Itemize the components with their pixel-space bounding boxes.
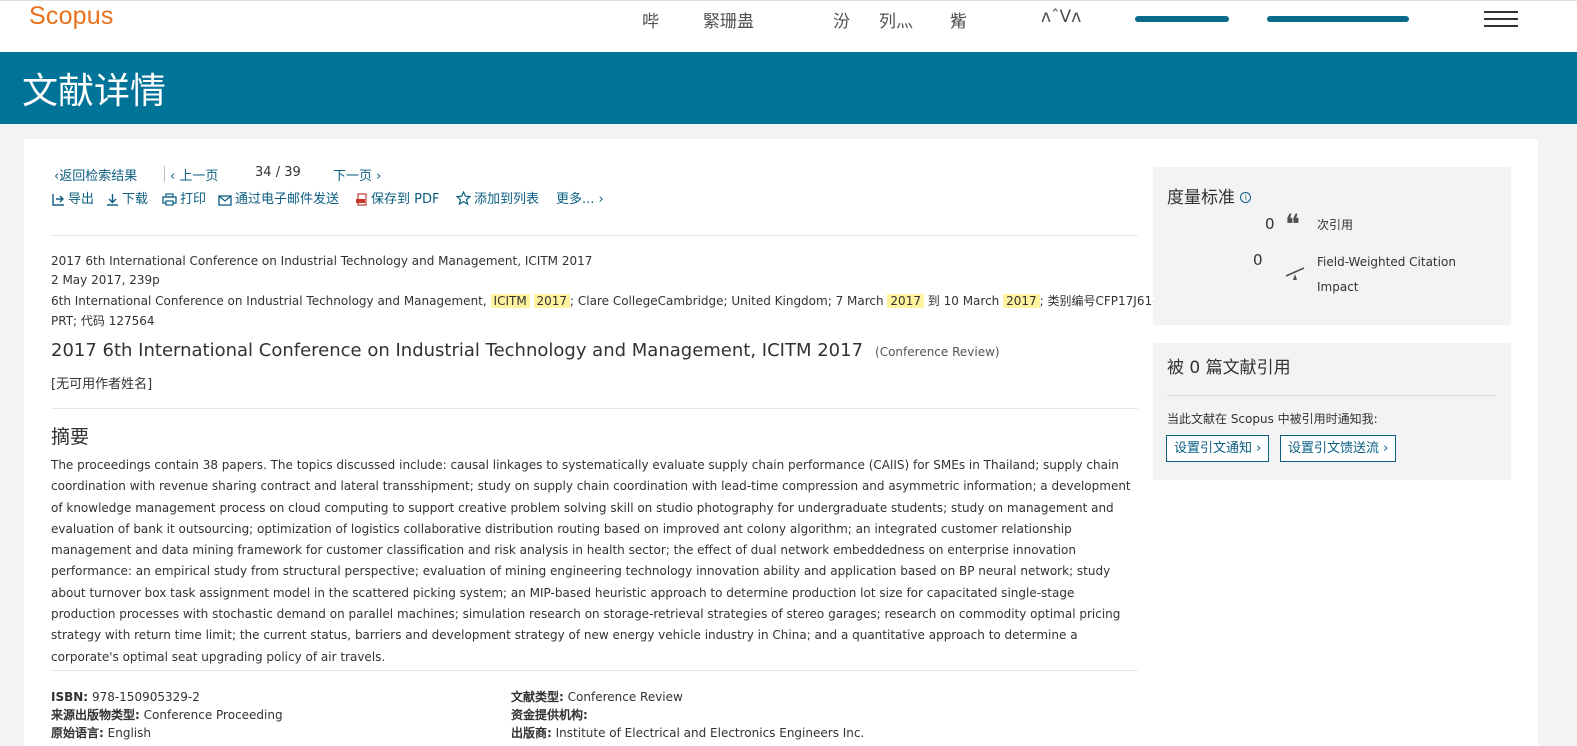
- top-bar: Scopus 哔 緊珊蛊 汾 列灬 觜 ᴧˆVʌ: [0, 0, 1577, 52]
- panel-divider: [1167, 395, 1496, 396]
- isbn-row: ISBN: 978-150905329-2: [51, 690, 200, 704]
- pdf-icon: [356, 193, 367, 206]
- export-icon: [52, 194, 64, 206]
- authors: [无可用作者姓名]: [51, 377, 153, 392]
- download-button[interactable]: 下载: [106, 188, 148, 207]
- top-nav-item[interactable]: 列灬: [879, 7, 913, 32]
- more-menu-button[interactable]: 更多... ›: [556, 188, 604, 207]
- previous-link[interactable]: ‹ 上一页: [170, 165, 218, 184]
- top-nav-item[interactable]: ᴧˆVʌ: [1041, 7, 1081, 27]
- email-icon: [218, 195, 232, 206]
- add-to-list-button[interactable]: 添加到列表: [455, 188, 539, 207]
- conference-code: PRT; 代码 127564: [51, 314, 155, 328]
- export-button[interactable]: 导出: [52, 188, 94, 207]
- metadata-left: ISBN: 978-150905329-2 来源出版物类型: Conferenc…: [51, 688, 283, 742]
- print-icon: [162, 193, 177, 206]
- section-divider: [51, 408, 1138, 409]
- section-divider: [51, 670, 1138, 671]
- abstract-heading: 摘要: [51, 426, 90, 448]
- scale-icon: [1285, 267, 1305, 280]
- star-icon: [455, 190, 472, 206]
- save-pdf-button[interactable]: 保存到 PDF: [356, 188, 439, 207]
- abstract-text: The proceedings contain 38 papers. The t…: [51, 458, 1131, 664]
- conference-info: 6th International Conference on Industri…: [51, 294, 1157, 308]
- search-highlight: ICITM: [490, 294, 530, 308]
- citation-label: 次引用: [1317, 218, 1354, 232]
- quote-icon: ❝: [1285, 208, 1301, 241]
- source-type-row: 来源出版物类型: Conference Proceeding: [51, 708, 283, 722]
- nav-divider: [164, 166, 165, 182]
- scopus-logo[interactable]: Scopus: [29, 2, 114, 31]
- top-nav-item[interactable]: 汾: [833, 7, 850, 32]
- top-nav-item[interactable]: 觜: [950, 7, 967, 32]
- search-highlight: 2017: [1003, 294, 1040, 308]
- metadata-right: 文献类型: Conference Review 资金提供机构: 出版商: Ins…: [511, 688, 864, 742]
- source-date: 2 May 2017, 239p: [51, 273, 160, 287]
- document-title: 2017 6th International Conference on Ind…: [51, 340, 1000, 361]
- cited-by-heading: 被 0 篇文献引用: [1167, 358, 1291, 378]
- language-row: 原始语言: English: [51, 726, 151, 740]
- nav-bar-shape: [1267, 16, 1409, 22]
- document-type-label: (Conference Review): [875, 345, 1000, 359]
- doc-type-row: 文献类型: Conference Review: [511, 690, 683, 704]
- page-title: 文献详情: [22, 71, 167, 112]
- cited-by-panel: 被 0 篇文献引用 当此文献在 Scopus 中被引用时通知我: 设置引文通知 …: [1153, 343, 1511, 480]
- fwci-label: Field-Weighted Citation Impact: [1317, 255, 1456, 294]
- set-citation-alert-button[interactable]: 设置引文通知 ›: [1166, 435, 1270, 462]
- search-highlight: 2017: [533, 294, 571, 308]
- menu-icon[interactable]: [1484, 11, 1518, 27]
- citation-count: 0: [1265, 215, 1275, 233]
- top-nav-item[interactable]: 哔: [642, 7, 659, 32]
- notify-text: 当此文献在 Scopus 中被引用时通知我:: [1167, 412, 1378, 426]
- funding-row: 资金提供机构:: [511, 708, 588, 722]
- publisher-row: 出版商: Institute of Electrical and Electro…: [511, 726, 865, 740]
- top-nav-item[interactable]: 緊珊蛊: [703, 7, 754, 32]
- section-divider: [51, 235, 1138, 236]
- next-link[interactable]: 下一页 ›: [333, 165, 381, 184]
- print-button[interactable]: 打印: [162, 188, 206, 207]
- metrics-panel: 度量标准 i 0 ❝ 次引用 0 Field-Weighted Citation…: [1153, 167, 1511, 325]
- page-banner: 文献详情: [0, 52, 1577, 124]
- set-citation-feed-button[interactable]: 设置引文馈送流 ›: [1280, 435, 1397, 462]
- email-button[interactable]: 通过电子邮件发送: [218, 188, 339, 207]
- metrics-heading: 度量标准 i: [1167, 183, 1252, 208]
- download-icon: [107, 194, 118, 206]
- nav-bar-shape: [1135, 16, 1229, 22]
- info-icon[interactable]: i: [1240, 192, 1252, 203]
- search-highlight: 2017: [887, 294, 924, 308]
- source-title-link[interactable]: 2017 6th International Conference on Ind…: [51, 254, 592, 268]
- top-nav-garbled: 哔 緊珊蛊 汾 列灬 觜 ᴧˆVʌ: [637, 7, 1417, 32]
- fwci-value: 0: [1253, 251, 1263, 269]
- back-to-results-link[interactable]: ‹返回检索结果: [54, 165, 137, 184]
- result-position: 34 / 39: [255, 165, 301, 180]
